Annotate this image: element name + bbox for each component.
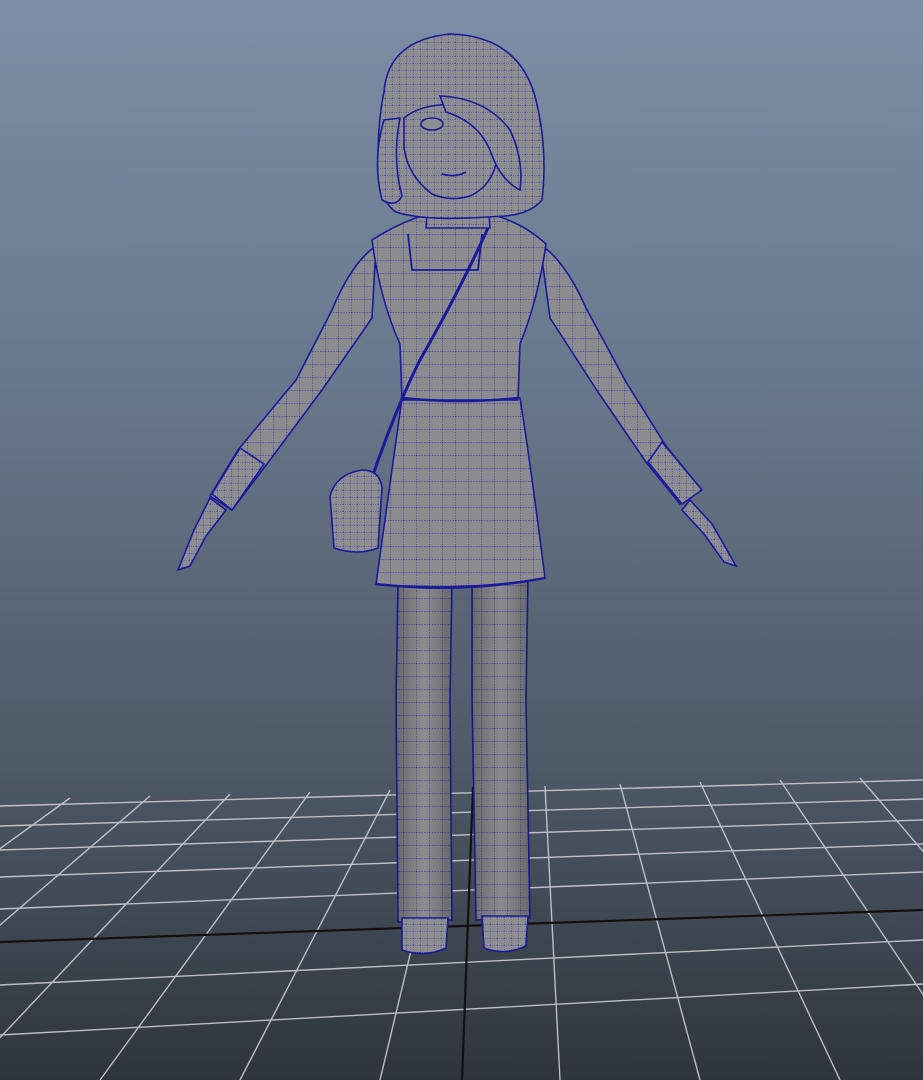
character-legs [395, 579, 531, 923]
character-torso [371, 199, 547, 403]
scene-canvas [0, 33, 923, 1080]
character-arm-right [538, 242, 738, 568]
character-skirt [375, 397, 546, 590]
maya-3d-viewport[interactable] [0, 0, 923, 1080]
character-head [376, 33, 545, 220]
ground-grid-axes [0, 786, 923, 1080]
ground-grid [0, 777, 923, 1080]
character-shoes [401, 915, 529, 955]
character-model[interactable] [176, 33, 738, 955]
